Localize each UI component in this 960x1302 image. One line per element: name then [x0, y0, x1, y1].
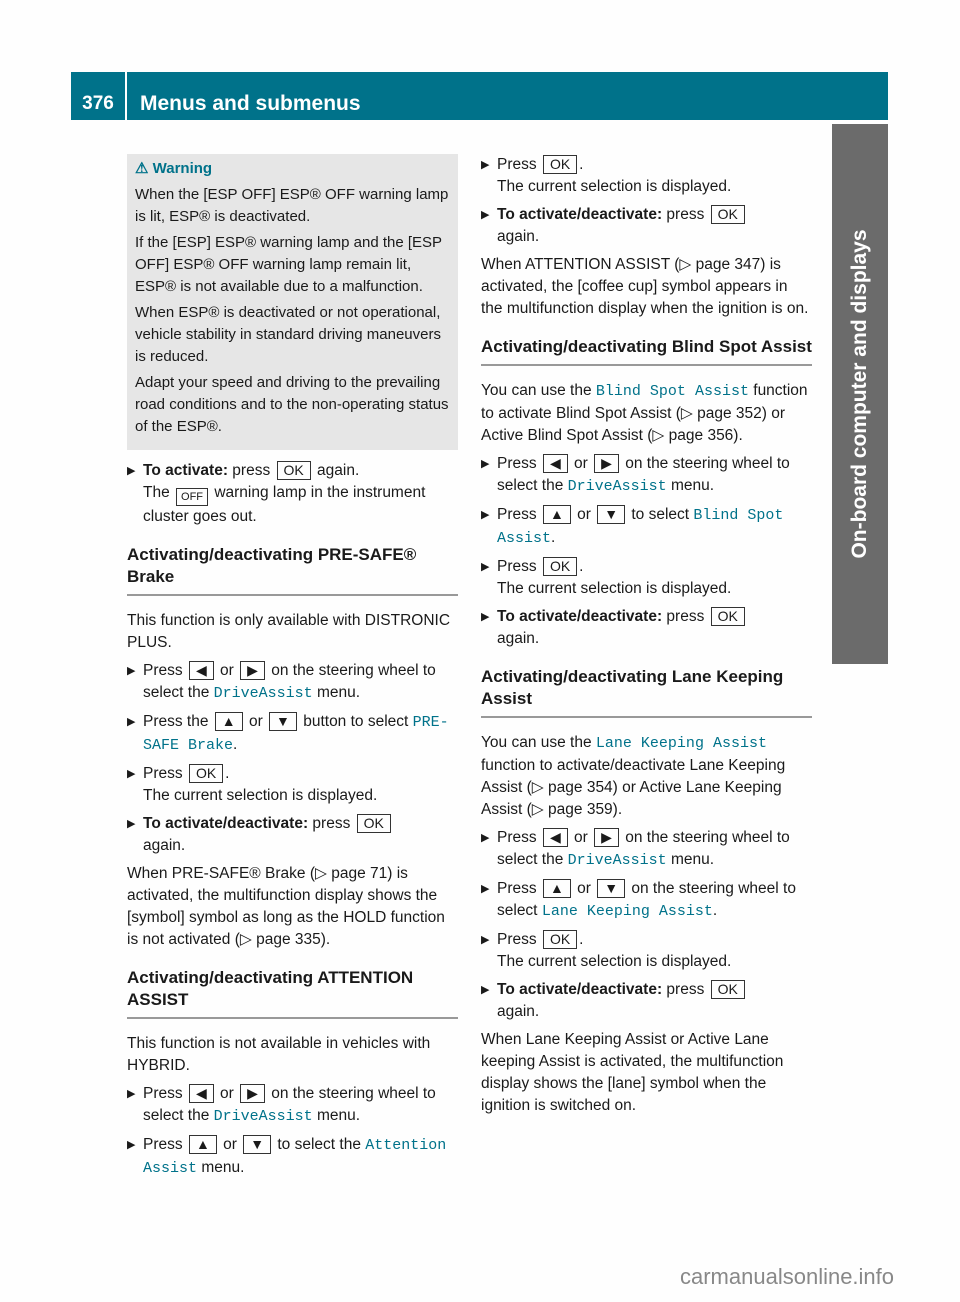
section-title: Menus and submenus: [140, 92, 361, 115]
warning-paragraph: Adapt your speed and driving to the prev…: [135, 374, 449, 435]
note: When Lane Keeping Assist or Active Lane …: [481, 1031, 784, 1114]
step: ▶ Press ◀ or ▶ on the steering wheel to s…: [127, 1084, 436, 1125]
down-key: ▼: [243, 1135, 272, 1154]
step: ▶ Press OK. The current selection is displ…: [481, 557, 732, 597]
note: When PRE-SAFE® Brake (▷ page 71) is acti…: [127, 865, 445, 948]
right-key: ▶: [240, 661, 265, 680]
heading-lane-keeping: Activating/deactivating Lane Keeping Ass…: [481, 666, 812, 718]
warning-paragraph: If the [ESP] ESP® warning lamp and the […: [135, 234, 442, 295]
bullet-arrow-icon: ▶: [127, 465, 136, 477]
warning-triangle-icon: ⚠: [135, 160, 149, 177]
step: ▶ Press ◀ or ▶ on the steering wheel to s…: [127, 661, 436, 702]
step: ▶ Press the ▲ or ▼ button to select PRE-S…: [127, 712, 449, 754]
ok-key: OK: [188, 764, 224, 783]
up-key: ▲: [188, 1135, 217, 1154]
right-column: ▶ Press OK. The current selection is displ…: [481, 154, 812, 1123]
left-key: ◀: [188, 661, 214, 680]
down-key: ▼: [269, 712, 297, 731]
step: ▶ To activate/deactivate: press OK again.: [481, 606, 812, 650]
intro: You can use the Lane Keeping Assist func…: [481, 734, 786, 818]
step: ▶ Press ◀ or ▶ on the steering wheel to s…: [481, 828, 790, 869]
step: ▶ To activate/deactivate: press OK again.: [481, 979, 812, 1023]
intro: This function is not available in vehicl…: [127, 1035, 431, 1074]
step: ▶ To activate/deactivate: press OK again.: [127, 813, 458, 857]
up-key: ▲: [214, 712, 243, 731]
left-key: ◀: [188, 1084, 214, 1103]
note: When ATTENTION ASSIST (▷ page 347) is ac…: [481, 256, 809, 317]
step: ▶ Press ◀ or ▶ on the steering wheel to s…: [481, 454, 790, 495]
heading-attention-assist: Activating/deactivating ATTENTION ASSIST: [127, 967, 458, 1019]
heading-presafe: Activating/deactivating PRE-SAFE® Brake: [127, 544, 458, 596]
step: ▶ To activate/deactivate: press OK again.: [481, 204, 812, 248]
ok-key: OK: [356, 814, 391, 833]
warning-paragraph: When ESP® is deactivated or not operatio…: [135, 304, 441, 365]
warning-box: ⚠ Warning When the [ESP OFF] ESP® OFF wa…: [127, 154, 458, 450]
chapter-label: On-board computer and displays: [848, 229, 871, 559]
step: ▶ Press OK. The current selection is displ…: [481, 930, 732, 970]
watermark[interactable]: carmanualsonline.info: [680, 1264, 894, 1290]
right-key: ▶: [240, 1084, 265, 1103]
warning-title: Warning: [152, 160, 213, 177]
esp-off-lamp-icon: OFF: [176, 488, 209, 506]
step: ▶ Press ▲ or ▼ to select the Attention As…: [127, 1135, 447, 1177]
page-number: 376: [71, 72, 127, 120]
step: ▶ To activate: press OK again. The OFF war…: [127, 461, 426, 525]
step: ▶ Press OK. The current selection is displ…: [127, 764, 378, 804]
intro: This function is only available with DIS…: [127, 612, 451, 651]
ok-key: OK: [276, 461, 311, 480]
step: ▶ Press OK. The current selection is displ…: [481, 155, 732, 195]
step: ▶ Press ▲ or ▼ to select Blind Spot Assis…: [481, 505, 784, 547]
page-header: 376 Menus and submenus: [71, 72, 888, 120]
intro: You can use the Blind Spot Assist functi…: [481, 382, 808, 444]
menu-name: DriveAssist: [213, 685, 313, 702]
left-column: ⚠ Warning When the [ESP OFF] ESP® OFF wa…: [127, 154, 458, 1186]
heading-blind-spot: Activating/deactivating Blind Spot Assis…: [481, 336, 812, 366]
warning-paragraph: When the [ESP OFF] ESP® OFF warning lamp…: [135, 186, 449, 225]
step: ▶ Press ▲ or ▼ on the steering wheel to s…: [481, 879, 796, 920]
chapter-side-tab[interactable]: On-board computer and displays: [832, 124, 888, 664]
